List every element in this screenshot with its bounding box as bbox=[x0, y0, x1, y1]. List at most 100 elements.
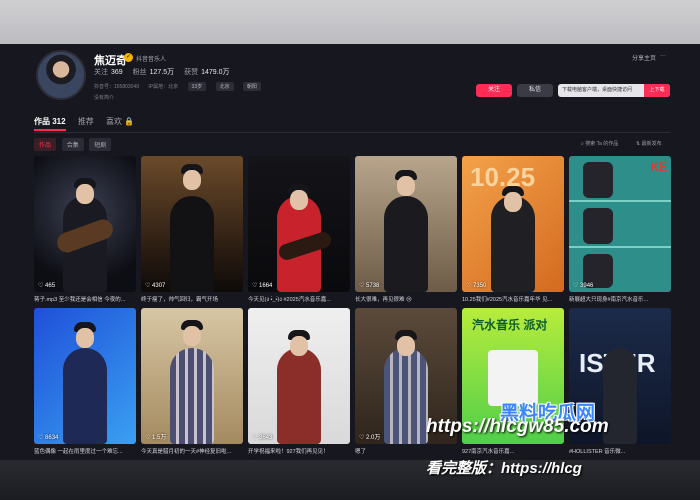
video-likes: ♡ 2.0万 bbox=[359, 435, 381, 441]
video-likes: ♡ 1664 bbox=[252, 283, 273, 289]
verified-label: 抖音音乐人 bbox=[136, 57, 167, 63]
video-likes: ♡ 465 bbox=[38, 283, 56, 289]
profile-tag: 朝阳 bbox=[242, 82, 261, 91]
video-thumbnail[interactable]: ♡ 3643 bbox=[248, 308, 350, 444]
tab-likes[interactable]: 喜欢 🔒 bbox=[106, 116, 134, 127]
performer-figure bbox=[63, 348, 107, 444]
video-thumbnail[interactable]: ♡ 5738 bbox=[355, 156, 457, 292]
video-like-count: 8634 bbox=[45, 435, 59, 441]
sort-dropdown[interactable]: ⇅ 最新发布 bbox=[636, 140, 662, 147]
performer-figure bbox=[277, 348, 321, 444]
video-thumbnail[interactable]: KE ♡ 3946 bbox=[569, 156, 671, 292]
video-title[interactable]: 长大很难，再见很难 😢 bbox=[355, 295, 457, 303]
video-title[interactable]: 927南京汽水音乐嘉... bbox=[462, 447, 564, 455]
profile-tag: 33岁 bbox=[187, 82, 207, 91]
video-thumbnail[interactable]: ♡ 1.5万 bbox=[141, 308, 243, 444]
subtab-shorts[interactable]: 短剧 bbox=[89, 138, 112, 151]
performer-face bbox=[183, 326, 201, 346]
watermark-caption: 看完整版：https://hlcg bbox=[426, 460, 582, 477]
video-thumbnail[interactable]: 10.25 ♡ 7350 bbox=[462, 156, 564, 292]
tab-works[interactable]: 作品 312 bbox=[34, 116, 66, 127]
download-client-banner: 下载电脑客户端，桌面快捷访问 上下载 bbox=[558, 84, 670, 97]
subtab-collections[interactable]: 合集 bbox=[61, 138, 84, 151]
video-thumbnail[interactable]: ♡ 1664 bbox=[248, 156, 350, 292]
download-button[interactable]: 上下载 bbox=[644, 84, 670, 97]
video-like-count: 2.0万 bbox=[366, 435, 381, 441]
douyin-id: 抖音号：165803049 bbox=[94, 84, 140, 90]
video-likes: ♡ 3946 bbox=[573, 283, 594, 289]
video-likes: ♡ 7350 bbox=[466, 283, 487, 289]
logo-graphic: KE bbox=[650, 160, 667, 174]
video-card[interactable]: ♡ 4307 终于瘦了，帅气回归，霸气开场 bbox=[141, 156, 243, 303]
video-thumbnail[interactable]: ♡ 8634 bbox=[34, 308, 136, 444]
video-card[interactable]: ♡ 5738 长大很难，再见很难 😢 bbox=[355, 156, 457, 303]
search-works-button[interactable]: ⌕ 搜索 Ta 的作品 bbox=[581, 140, 618, 147]
divider bbox=[34, 132, 670, 133]
video-card[interactable]: ♡ 1.5万 今天真是腊月初的一天#神经复旧啦... bbox=[141, 308, 243, 455]
performer-face bbox=[397, 176, 415, 196]
profile-bio: 没有简介 bbox=[94, 95, 115, 101]
video-thumbnail[interactable]: ♡ 4307 bbox=[141, 156, 243, 292]
video-likes: ♡ 5738 bbox=[359, 283, 380, 289]
top-band bbox=[0, 0, 700, 44]
likes-label: 获赞 bbox=[184, 69, 199, 76]
video-card[interactable]: ♡ 1664 今天见(ง •̀_•́)ง #2025汽水音乐嘉... bbox=[248, 156, 350, 304]
video-like-count: 7350 bbox=[473, 283, 487, 289]
video-title[interactable]: 蒋子.mp3 至少我还是会相信 今夜的... bbox=[34, 295, 136, 303]
avatar[interactable] bbox=[36, 50, 86, 100]
profile-name: 焦迈奇 bbox=[94, 55, 127, 67]
video-thumbnail[interactable]: ♡ 465 bbox=[34, 156, 136, 292]
ip-location: IP属地：北京 bbox=[148, 84, 179, 90]
performer-figure bbox=[384, 348, 428, 444]
active-tab-indicator bbox=[34, 129, 66, 131]
followers-count[interactable]: 127.5万 bbox=[150, 69, 175, 76]
video-like-count: 4307 bbox=[152, 283, 166, 289]
likes-count: 1479.0万 bbox=[201, 69, 230, 76]
performer-face bbox=[76, 328, 94, 348]
sort-label: 最新发布 bbox=[641, 141, 662, 147]
tab-recommended[interactable]: 推荐 bbox=[78, 116, 94, 127]
video-card[interactable]: 10.25 ♡ 7350 10.25我们#2025汽水音乐嘉年华 见... bbox=[462, 156, 564, 303]
video-likes: ♡ 3643 bbox=[252, 435, 273, 441]
message-button[interactable]: 私信 bbox=[517, 84, 553, 97]
subtab-works[interactable]: 作品 bbox=[34, 138, 57, 151]
watermark-url: https://hlcgw85.com bbox=[426, 416, 609, 437]
performer-face bbox=[290, 190, 308, 210]
download-text: 下载电脑客户端，桌面快捷访问 bbox=[562, 87, 633, 93]
video-card[interactable]: KE ♡ 3946 新展超大只现身#南京汽水音乐... bbox=[569, 156, 671, 303]
video-title[interactable]: 今天见(ง •̀_•́)ง #2025汽水音乐嘉... bbox=[248, 295, 350, 304]
video-likes: ♡ 1.5万 bbox=[145, 435, 167, 441]
video-card[interactable]: ♡ 3643 开学祝福来啦！927我们再见见！ bbox=[248, 308, 350, 455]
video-card[interactable]: ♡ 8634 蓝色偶像 一起在雨里度过一个难忘... bbox=[34, 308, 136, 455]
following-label: 关注 bbox=[94, 69, 108, 76]
verified-icon: ✓ bbox=[124, 53, 133, 62]
profile-stats: 关注 369 粉丝 127.5万 获赞 1479.0万 bbox=[94, 67, 238, 77]
follow-button[interactable]: 关注 bbox=[476, 84, 512, 97]
performer-figure bbox=[170, 348, 214, 444]
video-title[interactable]: 10.25我们#2025汽水音乐嘉年华 见... bbox=[462, 295, 564, 303]
video-like-count: 1.5万 bbox=[152, 435, 167, 441]
video-title[interactable]: #HOLLISTER 音乐微... bbox=[569, 447, 671, 455]
video-likes: ♡ 4307 bbox=[145, 283, 166, 289]
performer-figure bbox=[170, 196, 214, 292]
video-title[interactable]: 今天真是腊月初的一天#神经复旧啦... bbox=[141, 447, 243, 455]
video-title[interactable]: 新展超大只现身#南京汽水音乐... bbox=[569, 295, 671, 303]
video-like-count: 3643 bbox=[259, 435, 273, 441]
video-title[interactable]: 开学祝福来啦！927我们再见见！ bbox=[248, 447, 350, 455]
performer-face bbox=[397, 336, 415, 356]
followers-label: 粉丝 bbox=[132, 69, 147, 76]
more-icon[interactable]: ··· bbox=[660, 53, 666, 59]
video-title[interactable]: 终于瘦了，帅气回归，霸气开场 bbox=[141, 295, 243, 303]
video-title[interactable]: 蓝色偶像 一起在雨里度过一个难忘... bbox=[34, 447, 136, 455]
video-like-count: 1664 bbox=[259, 283, 273, 289]
video-like-count: 465 bbox=[45, 283, 56, 289]
video-likes: ♡ 8634 bbox=[38, 435, 59, 441]
share-profile-button[interactable]: 分享主页 bbox=[632, 53, 656, 62]
profile-tag: 北京 bbox=[215, 82, 234, 91]
search-works-label: 搜索 Ta 的作品 bbox=[585, 141, 619, 147]
following-count[interactable]: 369 bbox=[111, 69, 123, 76]
performer-figure bbox=[384, 196, 428, 292]
performer-face bbox=[504, 192, 522, 212]
video-title[interactable]: 嗯了 bbox=[355, 447, 457, 455]
video-card[interactable]: ♡ 465 蒋子.mp3 至少我还是会相信 今夜的... bbox=[34, 156, 136, 303]
